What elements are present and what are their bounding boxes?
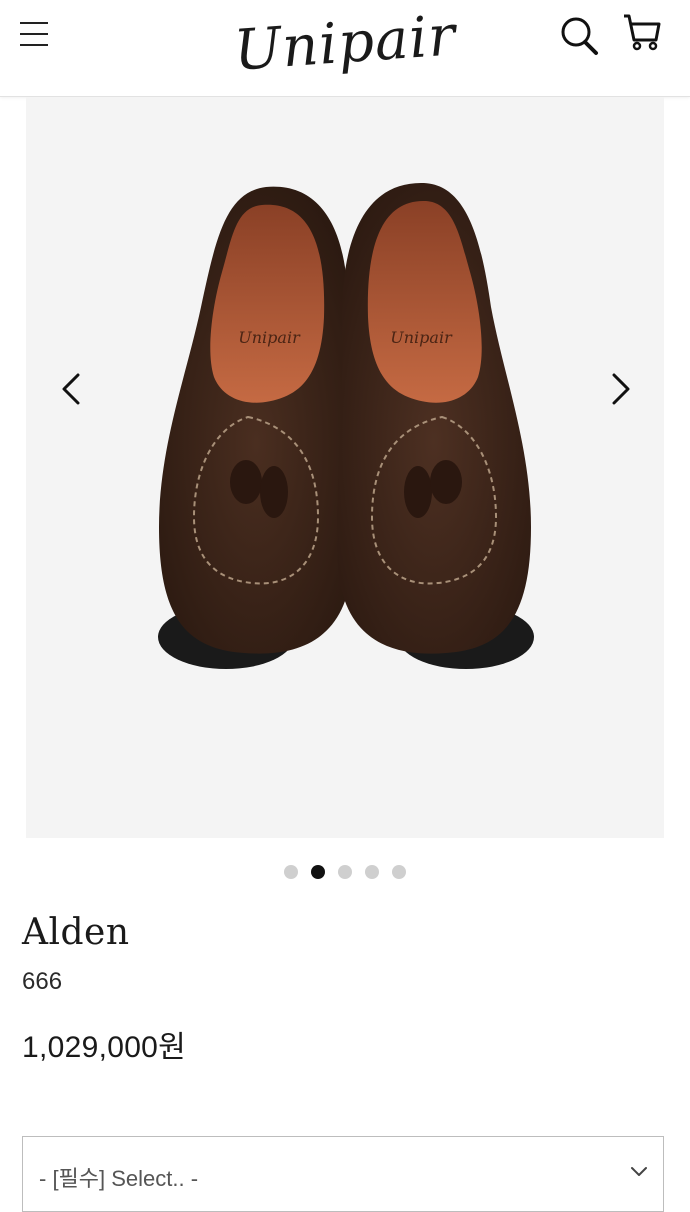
carousel-dot[interactable]	[392, 865, 406, 879]
carousel-dot[interactable]	[284, 865, 298, 879]
chevron-left-icon[interactable]	[52, 367, 92, 411]
product-image-carousel[interactable]: Unipair Unipair	[26, 97, 664, 838]
top-header: Unipair	[0, 0, 690, 97]
option-select-dropdown[interactable]: - [필수] Select.. -	[22, 1136, 664, 1212]
carousel-pagination	[0, 865, 690, 879]
cart-icon[interactable]	[620, 12, 664, 56]
option-select-placeholder: - [필수] Select.. -	[39, 1166, 199, 1191]
product-model: 666	[22, 968, 63, 995]
search-icon[interactable]	[558, 14, 602, 58]
carousel-dot[interactable]	[365, 865, 379, 879]
product-price: 1,029,000원	[22, 1031, 187, 1064]
carousel-dot-active[interactable]	[311, 865, 325, 879]
product-image-loafers: Unipair Unipair	[158, 182, 534, 669]
chevron-right-icon[interactable]	[600, 367, 640, 411]
chevron-down-icon	[631, 1167, 647, 1176]
carousel-dot[interactable]	[338, 865, 352, 879]
insole-stamp-left: Unipair	[238, 328, 301, 347]
insole-stamp-right: Unipair	[390, 328, 453, 347]
product-brand: Alden	[22, 912, 130, 953]
